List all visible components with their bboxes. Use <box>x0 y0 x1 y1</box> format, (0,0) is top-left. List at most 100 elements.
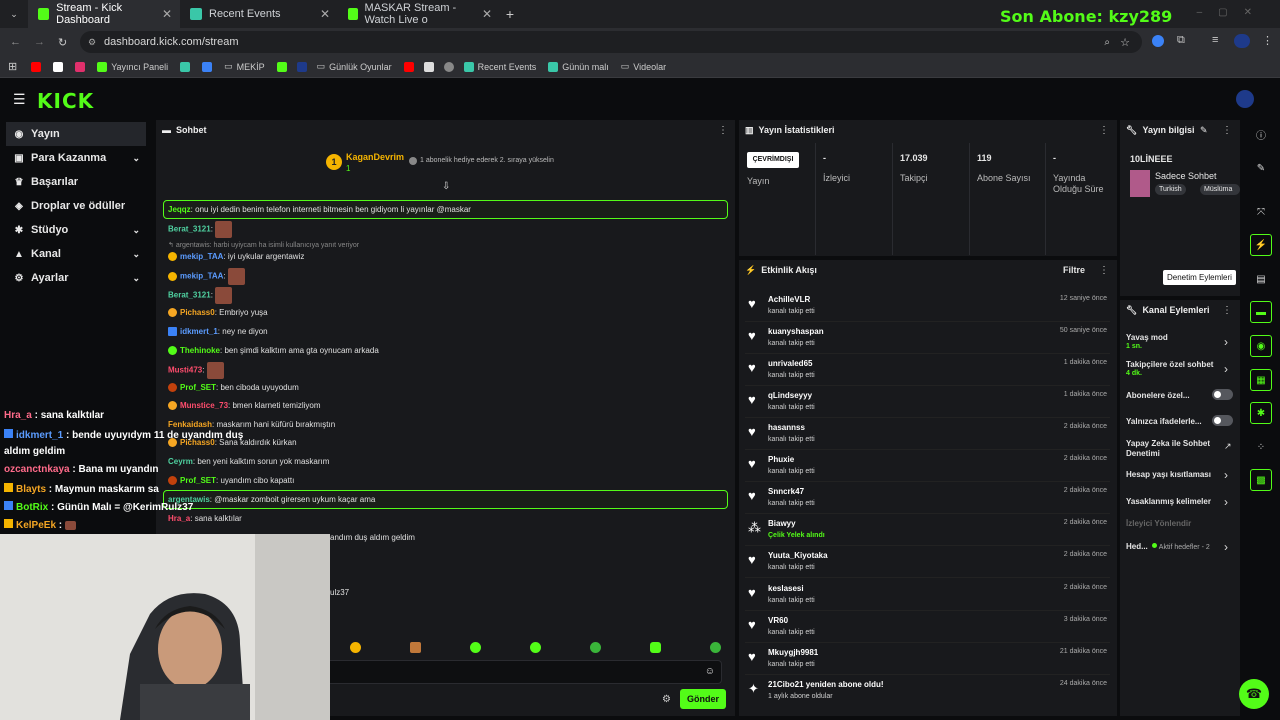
lightning-icon[interactable]: ⚡ <box>1250 234 1272 256</box>
chat-username[interactable]: Munstice_73 <box>180 401 228 410</box>
chat-icon[interactable]: ▬ <box>1250 301 1272 323</box>
top-gifter-name[interactable]: KaganDevrim <box>346 152 404 162</box>
reload-icon[interactable]: ↻ <box>58 36 67 49</box>
image-icon[interactable] <box>423 61 434 72</box>
chat-username[interactable]: Musti473 <box>168 366 202 375</box>
close-icon[interactable]: ✕ <box>482 7 492 21</box>
window-controls[interactable]: –▢✕ <box>1197 7 1268 18</box>
site-info-icon[interactable]: ⚙ <box>88 37 96 48</box>
chat-username[interactable]: Prof_SET <box>180 383 216 392</box>
chat-username[interactable]: Thehinoke <box>180 346 220 355</box>
sidebar-item-ayarlar[interactable]: ⚙ Ayarlar ⌄ <box>0 266 152 290</box>
apps-grid-icon[interactable]: ⊞ <box>8 60 17 73</box>
chat-username[interactable]: Jeqqz <box>168 205 191 214</box>
bookmark-mekip[interactable]: ▭ MEKİP <box>224 61 265 72</box>
sidebar-item-kanal[interactable]: ▲ Kanal ⌄ <box>0 242 152 266</box>
globe-icon[interactable] <box>443 61 454 72</box>
more-options-icon[interactable]: ⋮ <box>1222 305 1232 316</box>
chevron-right-icon[interactable]: › <box>1224 362 1228 376</box>
activity-event[interactable]: ♥ Snncrk47 kanalı takip etti 2 dakika önce <box>745 482 1110 514</box>
instagram-icon[interactable] <box>75 61 86 72</box>
edit-icon[interactable]: ✎ <box>1200 125 1208 136</box>
sidebar-item-yayin[interactable]: ◉ Yayın <box>6 122 146 146</box>
tab-kick-dashboard[interactable]: Stream - Kick Dashboard ✕ <box>28 0 180 28</box>
back-icon[interactable]: ← <box>10 36 21 48</box>
notes-icon[interactable]: ▤ <box>1250 268 1272 290</box>
action-ai-moderation[interactable]: Yapay Zeka ile Sohbet Denetimi <box>1126 439 1221 459</box>
close-icon[interactable]: ✕ <box>162 7 172 21</box>
new-tab-button[interactable]: + <box>500 6 520 22</box>
youtube-icon[interactable] <box>403 61 414 72</box>
scroll-to-bottom-icon[interactable]: ⇩ <box>442 181 450 192</box>
share-icon[interactable]: ⁘ <box>1250 436 1272 458</box>
action-account-age[interactable]: Hesap yaşı kısıtlaması <box>1126 470 1211 479</box>
chat-username[interactable]: mekip_TAA <box>180 272 223 281</box>
subscribers-only-toggle[interactable] <box>1212 389 1233 400</box>
send-button[interactable]: Gönder <box>680 689 726 709</box>
bookmark-gunun-mali[interactable]: Günün malı <box>548 61 609 72</box>
forward-icon[interactable]: → <box>34 36 45 48</box>
chevron-right-icon[interactable]: › <box>1224 335 1228 349</box>
activity-event[interactable]: ♥ Phuxie kanalı takip etti 2 dakika önce <box>745 450 1110 482</box>
browser-menu-icon[interactable]: ⋮ <box>1262 34 1273 47</box>
chevron-right-icon[interactable]: › <box>1224 495 1228 509</box>
filter-button[interactable]: Filtre <box>1063 265 1085 275</box>
emote-icon[interactable] <box>590 642 601 653</box>
support-icon[interactable]: ☎ <box>1239 679 1269 709</box>
extensions-puzzle-icon[interactable]: ⧉ <box>1177 34 1185 47</box>
emote-icon[interactable] <box>470 642 481 653</box>
site-icon[interactable] <box>296 61 307 72</box>
profile-avatar[interactable] <box>1234 34 1250 48</box>
reading-list-icon[interactable]: ≡ <box>1212 34 1218 46</box>
sidebar-item-basarilar[interactable]: ♛ Başarılar <box>0 170 152 194</box>
bookmark-gunluk-oyunlar[interactable]: ▭ Günlük Oyunlar <box>317 61 392 72</box>
url-field[interactable]: ⚙ dashboard.kick.com/stream ⌕ ☆ <box>80 31 1142 53</box>
sidebar-item-studyo[interactable]: ✱ Stüdyo ⌄ <box>0 218 152 242</box>
emote-icon[interactable] <box>350 642 361 653</box>
tab-recent-events[interactable]: Recent Events ✕ <box>180 0 338 28</box>
info-icon[interactable]: ⓘ <box>1250 123 1272 145</box>
action-emotes-only[interactable]: Yalnızca ifadelerle... <box>1126 417 1202 426</box>
activity-event[interactable]: ♥ VR60 kanalı takip etti 3 dakika önce <box>745 611 1110 643</box>
grid-icon[interactable]: ▩ <box>1250 469 1272 491</box>
terminal-icon[interactable] <box>202 61 213 72</box>
bookmark-star-icon[interactable]: ☆ <box>1120 36 1130 49</box>
activity-event[interactable]: ♥ AchilleVLR kanalı takip etti 12 saniye ön… <box>745 290 1110 322</box>
user-avatar[interactable] <box>1236 90 1254 108</box>
expand-icon[interactable]: ⤧ <box>1250 201 1272 223</box>
activity-event[interactable]: ♥ kuanyshaspan kanalı takip etti 50 saniye … <box>745 322 1110 354</box>
recent-events-icon[interactable] <box>180 61 191 72</box>
chat-username[interactable]: idkmert_1 <box>180 327 218 336</box>
extension-icon[interactable] <box>1152 35 1164 47</box>
sidebar-item-para-kazanma[interactable]: ▣ Para Kazanma ⌄ <box>0 146 152 170</box>
external-link-icon[interactable]: ↗ <box>1224 441 1232 452</box>
chat-username[interactable]: Berat_3121 <box>168 291 211 300</box>
close-icon[interactable]: ✕ <box>320 7 330 21</box>
chat-settings-icon[interactable]: ⚙ <box>662 694 671 705</box>
tab-maskar-stream[interactable]: MASKAR Stream - Watch Live o ✕ <box>338 0 500 28</box>
more-options-icon[interactable]: ⋮ <box>1099 125 1109 136</box>
sidebar-item-droplar[interactable]: ◈ Droplar ve ödüller <box>0 194 152 218</box>
action-followers-only[interactable]: Takipçilere özel sohbet 4 dk. <box>1126 360 1213 377</box>
youtube-icon[interactable] <box>31 61 42 72</box>
bookmark-recent-events[interactable]: Recent Events <box>463 61 536 72</box>
activity-event[interactable]: ♥ unrivaled65 kanalı takip etti 1 dakika ön… <box>745 354 1110 386</box>
tab-list-button[interactable]: ⌄ <box>0 9 28 20</box>
chat-username[interactable]: Pichass0 <box>180 308 215 317</box>
chat-username[interactable]: Ceyrm <box>168 457 193 466</box>
tag[interactable]: Müslüma <box>1200 184 1240 195</box>
x-icon[interactable] <box>53 61 64 72</box>
emote-icon[interactable] <box>410 642 421 653</box>
chat-username[interactable]: Prof_SET <box>180 476 216 485</box>
zoom-icon[interactable]: ⌕ <box>1104 37 1110 48</box>
bookmark-yayinci-paneli[interactable]: Yayıncı Paneli <box>97 61 168 72</box>
chevron-right-icon[interactable]: › <box>1224 468 1228 482</box>
chat-username[interactable]: mekip_TAA <box>180 252 223 261</box>
kick-icon[interactable] <box>276 61 287 72</box>
emote-icon[interactable] <box>650 642 661 653</box>
kick-logo[interactable]: KICK <box>37 89 94 113</box>
emotes-only-toggle[interactable] <box>1212 415 1233 426</box>
action-subscribers-only[interactable]: Abonelere özel... <box>1126 391 1190 400</box>
action-banned-words[interactable]: Yasaklanmış kelimeler <box>1126 497 1211 506</box>
activity-event[interactable]: ♥ keslasesi kanalı takip etti 2 dakika önce <box>745 579 1110 611</box>
